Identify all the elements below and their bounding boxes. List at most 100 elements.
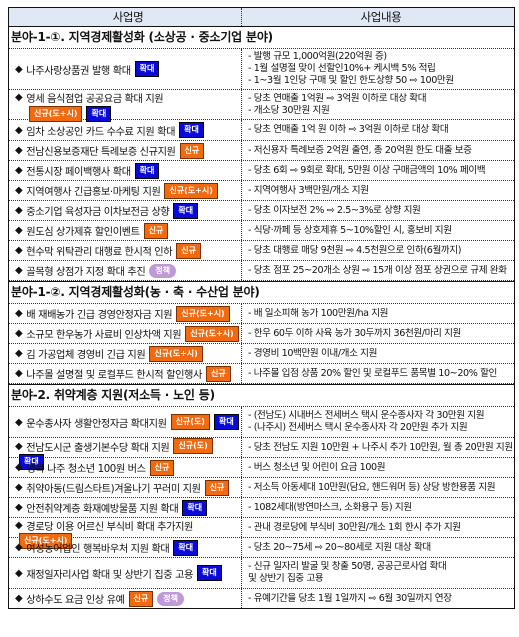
business-name: 전남도시군 출생기본수당 확대 지원 [26, 442, 170, 454]
badge-new: 신규 [204, 479, 230, 496]
business-content-cell: - 당초 대행료 매당 9천원 ⇨ 4.5천원으로 인하(6월까지) [242, 241, 514, 260]
business-content-cell: - 나주몰 입점 상품 20% 할인 및 로컬푸드 품목별 10~20% 할인 [242, 364, 514, 383]
business-name-cell: ◆ 경로당 이용 어르신 부식비 확대 추가지원 신규(도+시) [9, 518, 242, 549]
business-content-cell: - 1082세대(방연마스크, 소화용구 등) 지원 [242, 498, 514, 517]
detail-line: - (전남도) 시내버스 전세버스 택시 운수종사자 각 30만원 지원 [248, 410, 485, 421]
business-name: 재정일자리사업 확대 및 상반기 집중 고용 [26, 569, 194, 581]
business-name-cell: ◆ 행복 나주 청소년 100원 버스 신규 [9, 458, 242, 477]
diamond-bullet-icon: ◆ [15, 124, 23, 136]
badge-new: 신규 [149, 459, 175, 476]
business-name-cell: ◆ 지역여행사 긴급홍보·마케팅 지원 신규(도+시) [9, 181, 242, 200]
table-row: ◆ 경로당 이용 어르신 부식비 확대 추가지원 신규(도+시) - 관내 경로당에 … [9, 518, 514, 549]
business-name: 현수막 위탁관리 대행료 한시적 인하 [26, 247, 173, 258]
badge-expand: 확대 [173, 539, 199, 556]
detail-line: - 당초 전남도 지원 10만원 + 나주시 추가 10만원, 월 총 20만원… [248, 441, 513, 453]
diamond-bullet-icon: ◆ [15, 440, 23, 452]
business-name-cell: ◆ 나주사랑상품권 발행 확대 확대 [9, 49, 242, 89]
detail-line: - 나주몰 입점 상품 20% 할인 및 로컬푸드 품목별 10~20% 할인 [248, 367, 497, 379]
detail-line: - 개소당 30만원 지원 [248, 104, 330, 116]
business-content-cell: - 저소득 아동세대 10만원(담요, 핸드워머 등) 상당 방한용품 지원 [242, 478, 514, 497]
diamond-bullet-icon: ◆ [15, 567, 23, 579]
detail-line: - 당초 20~75세 ⇨ 20~80세로 지원 대상 확대 [248, 541, 431, 553]
header-business-name: 사업명 [9, 8, 242, 26]
business-content-cell: - 당초 연매출 1억원 ⇨ 3억원 이하로 대상 확대 - 개소당 30만원 지… [242, 90, 514, 119]
business-name-cell: ◆ 여성농어업인 행복바우처 지원 확대 확대 [9, 538, 242, 557]
diamond-bullet-icon: ◆ [15, 482, 23, 493]
detail-line: - 식당·까페 등 상호제휴 5~10%할인 시, 홍보비 지원 [248, 224, 452, 236]
business-name: 안전취약계층 화재예방물품 지원 확대 [26, 504, 179, 515]
business-name-cell: ◆ 영세 음식점업 공공요금 확대 지원 신규(도+시) 확대 [9, 90, 242, 122]
diamond-bullet-icon: ◆ [15, 165, 23, 176]
table-row: ◆ 김 가공업체 경영비 긴급 지원 신규(도+시) - 경영비 10백만원 이내/개… [9, 344, 514, 364]
business-name-cell: ◆ 전남신용보증재단 특례보증 신규지원 신규 [9, 141, 242, 160]
detail-line: - 버스 청소년 및 어린이 요금 100원 [248, 461, 386, 473]
business-name: 전통시장 페이백행사 확대 [26, 167, 131, 178]
detail-line: - 저신용자 특례보증 2억원 출연, 총 20억원 한도 대출 보증 [248, 144, 472, 156]
detail-line: - 신규 일자리 발굴 및 창출 50명, 공공근로사업 확대 [248, 561, 447, 572]
business-content-cell: - 당초 20~75세 ⇨ 20~80세로 지원 대상 확대 [242, 538, 514, 557]
detail-line: - 유예기간을 당초 1월 1일까지 ⇨ 6월 30일까지 연장 [248, 592, 452, 604]
badge-policy: 정책 [149, 263, 177, 278]
detail-line: - 한우 60두 이하 사육 농가 30두까지 36천원/마리 지원 [248, 327, 461, 339]
business-name: 나주사랑상품권 발행 확대 [26, 65, 131, 77]
badge-new: 신규 [206, 365, 231, 382]
diamond-bullet-icon: ◆ [15, 368, 23, 379]
business-name: 나주몰 설명절 및 로컬푸드 한시적 할인행사 [26, 370, 202, 381]
business-name-cell: ◆ 운수종사자 생활안정자금 확대지원 신규(도) 확대 [9, 407, 242, 437]
business-name-cell: ◆ 나주몰 설명절 및 로컬푸드 한시적 할인행사 신규 [9, 364, 242, 383]
detail-line: - 배 일소피해 농가 100만원/ha 지원 [248, 307, 389, 319]
diamond-bullet-icon: ◆ [15, 593, 23, 604]
business-content-cell: - 유예기간을 당초 1월 1일까지 ⇨ 6월 30일까지 연장 [242, 589, 514, 608]
badge-expand: 확대 [173, 202, 199, 219]
table-row: ◆ 상하수도 요금 인상 유예 신규 정책 - 유예기간을 당초 1월 1일까지 ⇨ 6… [9, 589, 514, 608]
detail-line: - 당초 연매출 1억원 ⇨ 3억원 이하로 대상 확대 [248, 92, 427, 104]
detail-line: - 경영비 10백만원 이내/개소 지원 [248, 347, 378, 359]
badge-new: 신규(도+시) [149, 345, 203, 362]
business-name: 전남신용보증재단 특례보증 신규지원 [26, 147, 176, 158]
badge-expand: 확대 [182, 499, 208, 516]
diamond-bullet-icon: ◆ [15, 348, 23, 359]
badge-new: 신규 [143, 222, 169, 239]
diamond-bullet-icon: ◆ [15, 328, 23, 339]
badge-expand: 확대 [179, 122, 204, 138]
business-content-cell: - 경영비 10백만원 이내/개소 지원 [242, 344, 514, 363]
diamond-bullet-icon: ◆ [15, 245, 23, 256]
business-name-cell: ◆ 안전취약계층 화재예방물품 지원 확대 확대 [9, 498, 242, 517]
badge-expand: 확대 [134, 61, 160, 77]
table-row: ◆ 운수종사자 생활안정자금 확대지원 신규(도) 확대 - (전남도) 시내버스 전세… [9, 407, 514, 438]
business-content-cell: - 관내 경로당에 부식비 30만원/개소 1회 한시 추가 지원 [242, 518, 514, 537]
business-name: 골목형 상점가 지정 확대 추진 [26, 267, 146, 278]
diamond-bullet-icon: ◆ [15, 462, 23, 473]
business-name-cell: ◆ 현수막 위탁관리 대행료 한시적 인하 신규 [9, 241, 242, 260]
table-body: 분야-1-①. 지역경제활성화 (소상공 · 중소기업 분야) ◆ 나주사랑상품권 … [9, 27, 514, 608]
badge-new: 신규 [176, 242, 201, 259]
business-content-cell: - 발행 규모 1,000억원(220억원 증) - 1월 설명절 맞이 선할인1… [242, 49, 514, 89]
business-name: 배 재배농가 긴급 경영안정자금 지원 [26, 310, 173, 321]
table-row: ◆ 임차 소상공인 카드 수수료 지원 확대 확대 - 당초 연매출 1억 원 이하 … [9, 120, 514, 141]
business-name: 임차 소상공인 카드 수수료 지원 확대 [26, 126, 176, 138]
business-name-cell: ◆ 소규모 한우농가 사료비 인상차액 지원 신규(도+시) [9, 324, 242, 343]
table-row: ◆ 원도심 상가제휴 할인이벤트 신규 - 식당·까페 등 상호제휴 5~10%할인 … [9, 221, 514, 241]
business-name-cell: ◆ 중소기업 육성자금 이차보전금 상향 확대 [9, 201, 242, 220]
business-name: 원도심 상가제휴 할인이벤트 [26, 227, 140, 238]
diamond-bullet-icon: ◆ [15, 185, 23, 196]
table-row: ◆ 소규모 한우농가 사료비 인상차액 지원 신규(도+시) - 한우 60두 이하 … [9, 324, 514, 344]
detail-line: - 당초 점포 25~20개소 상원 ⇨ 15개 이상 점포 상권으로 규제 완… [248, 264, 507, 276]
section-title: 분야-1-②. 지역경제활성화(농 · 축 · 수산업 분야) [9, 281, 514, 304]
business-name-cell: ◆ 원도심 상가제휴 할인이벤트 신규 [9, 221, 242, 240]
diamond-bullet-icon: ◆ [15, 520, 23, 531]
diamond-bullet-icon: ◆ [15, 225, 23, 236]
business-name: 중소기업 육성자금 이차보전금 상향 [26, 207, 170, 218]
table-row: ◆ 나주몰 설명절 및 로컬푸드 한시적 할인행사 신규 - 나주몰 입점 상품 20… [9, 364, 514, 384]
table-row: ◆ 여성농어업인 행복바우처 지원 확대 확대 - 당초 20~75세 ⇨ 20~80… [9, 538, 514, 558]
detail-line: - 당초 이자보전 2% ⇨ 2.5~3%로 상향 지원 [248, 204, 421, 216]
diamond-bullet-icon: ◆ [15, 502, 23, 513]
detail-line: 및 상반기 집중 고용 [248, 573, 324, 584]
badge-new: 신규 [128, 590, 154, 607]
business-name: 취약아동(드림스타트)겨울나기 꾸러미 지원 [26, 484, 201, 495]
detail-line: - 당초 대행료 매당 9천원 ⇨ 4.5천원으로 인하(6월까지) [248, 244, 462, 256]
table-row: ◆ 배 재배농가 긴급 경영안정자금 지원 신규(도+시) - 배 일소피해 농가 1… [9, 304, 514, 324]
table-row: ◆ 골목형 상점가 지정 확대 추진 정책 - 당초 점포 25~20개소 상원 ⇨ … [9, 261, 514, 281]
business-content-cell: - 저신용자 특례보증 2억원 출연, 총 20억원 한도 대출 보증 [242, 141, 514, 160]
table-header: 사업명 사업내용 [9, 8, 514, 27]
